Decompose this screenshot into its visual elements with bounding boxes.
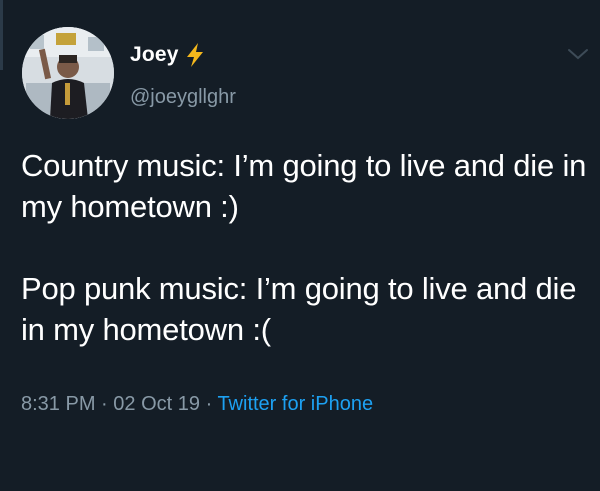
tweet-text: Country music: I’m going to live and die…	[21, 145, 591, 350]
tweet-paragraph: Country music: I’m going to live and die…	[21, 148, 587, 224]
meta-separator: ·	[101, 393, 108, 415]
tweet-meta: 8:31 PM · 02 Oct 19 · Twitter for iPhone	[21, 393, 373, 416]
meta-separator: ·	[205, 393, 213, 415]
name-row: Joey	[130, 40, 205, 70]
tweet-card: Joey @joeygllghr Country music: I’m goin…	[0, 0, 600, 491]
lightning-bolt-icon	[185, 42, 205, 68]
tweet-source-link[interactable]: Twitter for iPhone	[217, 393, 373, 415]
display-name[interactable]: Joey	[130, 43, 179, 67]
avatar[interactable]	[22, 27, 114, 119]
avatar-photo	[22, 27, 114, 119]
tweet-time[interactable]: 8:31 PM	[21, 393, 95, 415]
user-handle[interactable]: @joeygllghr	[130, 86, 236, 109]
tweet-paragraph: Pop punk music: I’m going to live and di…	[21, 271, 577, 347]
tweet-date[interactable]: 02 Oct 19	[113, 393, 200, 415]
divider	[0, 0, 3, 70]
chevron-down-icon[interactable]	[566, 46, 590, 62]
